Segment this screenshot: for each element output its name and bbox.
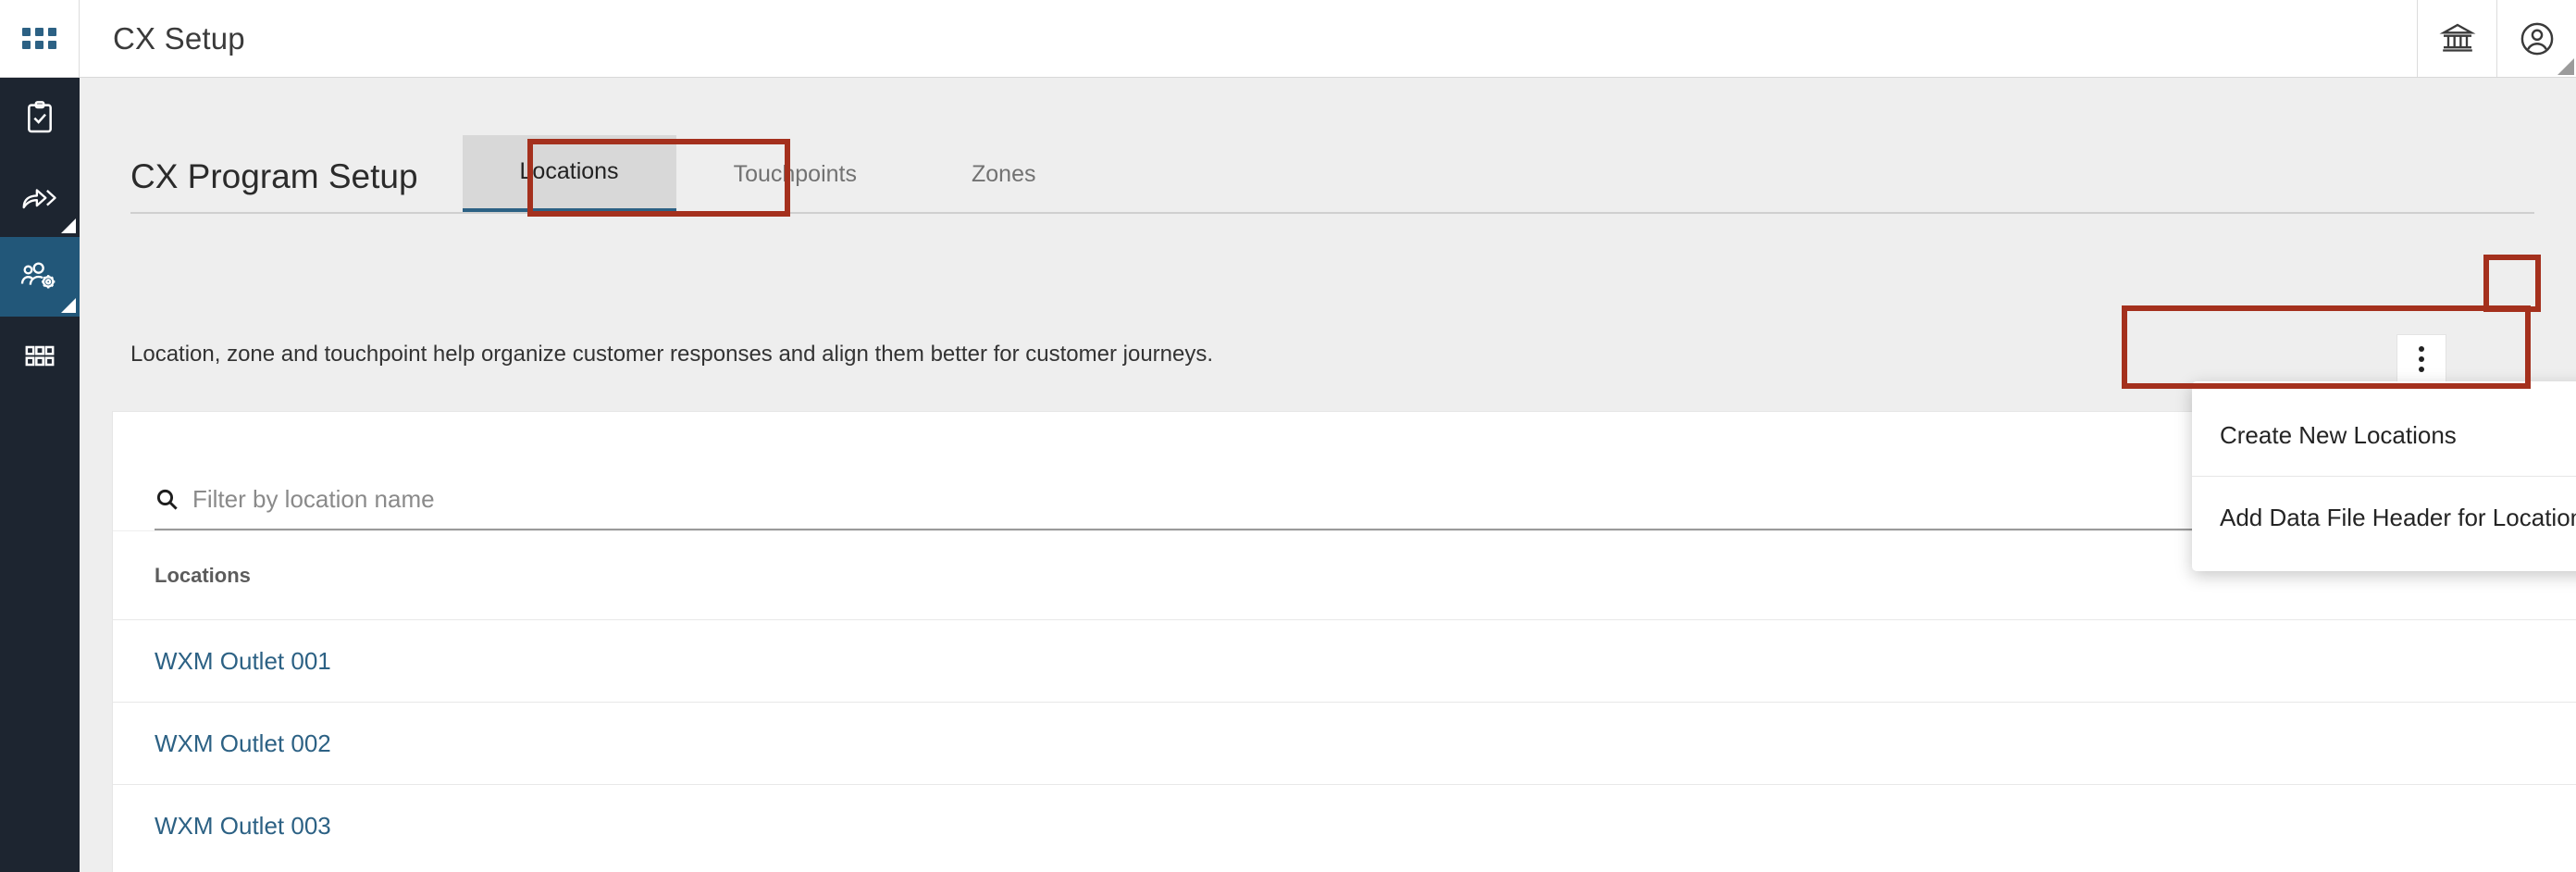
app-root: CX Setup CX Program Setup Locations Touc… — [0, 0, 2576, 872]
menu-item-create-new-locations[interactable]: Create New Locations — [2192, 394, 2576, 476]
title-and-tabs-row: CX Program Setup Locations Touchpoints Z… — [130, 130, 2534, 213]
sidebar-corner-marker — [61, 218, 76, 233]
apps-launcher-button[interactable] — [0, 0, 80, 77]
tab-zones[interactable]: Zones — [914, 135, 1093, 213]
user-circle-icon — [2520, 22, 2553, 55]
table-row[interactable]: WXM Outlet 001 — [113, 619, 2576, 702]
tab-bar: Locations Touchpoints Zones — [462, 130, 1094, 213]
resize-corner-icon — [2557, 58, 2574, 75]
table-row[interactable]: WXM Outlet 003 — [113, 784, 2576, 866]
location-link[interactable]: WXM Outlet 003 — [155, 812, 331, 841]
users-gear-icon — [20, 262, 56, 289]
search-field[interactable]: Filter by location name — [155, 485, 2523, 530]
main-content: CX Program Setup Locations Touchpoints Z… — [80, 78, 2576, 872]
location-link[interactable]: WXM Outlet 002 — [155, 729, 331, 758]
tab-touchpoints[interactable]: Touchpoints — [676, 135, 914, 213]
location-link[interactable]: WXM Outlet 001 — [155, 647, 331, 676]
clipboard-check-icon — [28, 101, 52, 133]
left-sidebar — [0, 78, 80, 872]
top-header-bar: CX Setup — [0, 0, 2576, 78]
tabs-divider — [130, 212, 2534, 214]
tab-locations[interactable]: Locations — [462, 135, 676, 213]
overflow-menu-button[interactable] — [2396, 334, 2446, 384]
page-title: CX Program Setup — [130, 157, 418, 195]
sidebar-item-dispatch[interactable] — [0, 157, 80, 237]
search-icon — [156, 489, 178, 510]
page-description: Location, zone and touchpoint help organ… — [130, 342, 1214, 367]
institution-button[interactable] — [2417, 0, 2496, 77]
sidebar-item-cx-setup[interactable] — [0, 237, 80, 317]
column-header-locations: Locations — [155, 563, 251, 587]
account-button[interactable] — [2496, 0, 2576, 77]
page-header-title: CX Setup — [113, 20, 245, 56]
grid-squares-icon — [25, 345, 55, 367]
overflow-dropdown-menu: Create New Locations Add Data File Heade… — [2192, 381, 2576, 571]
sidebar-corner-marker — [61, 298, 76, 313]
search-input-placeholder: Filter by location name — [192, 485, 435, 513]
share-arrow-icon — [22, 189, 56, 209]
table-row[interactable]: WXM Outlet 002 — [113, 702, 2576, 784]
overflow-menu-wrapper — [2396, 334, 2446, 384]
grid-apps-icon — [22, 28, 56, 49]
sidebar-item-apps[interactable] — [0, 317, 80, 396]
sidebar-item-surveys[interactable] — [0, 78, 80, 157]
bank-icon — [2438, 23, 2476, 52]
menu-item-add-data-file-header[interactable]: Add Data File Header for Locations — [2192, 477, 2576, 558]
